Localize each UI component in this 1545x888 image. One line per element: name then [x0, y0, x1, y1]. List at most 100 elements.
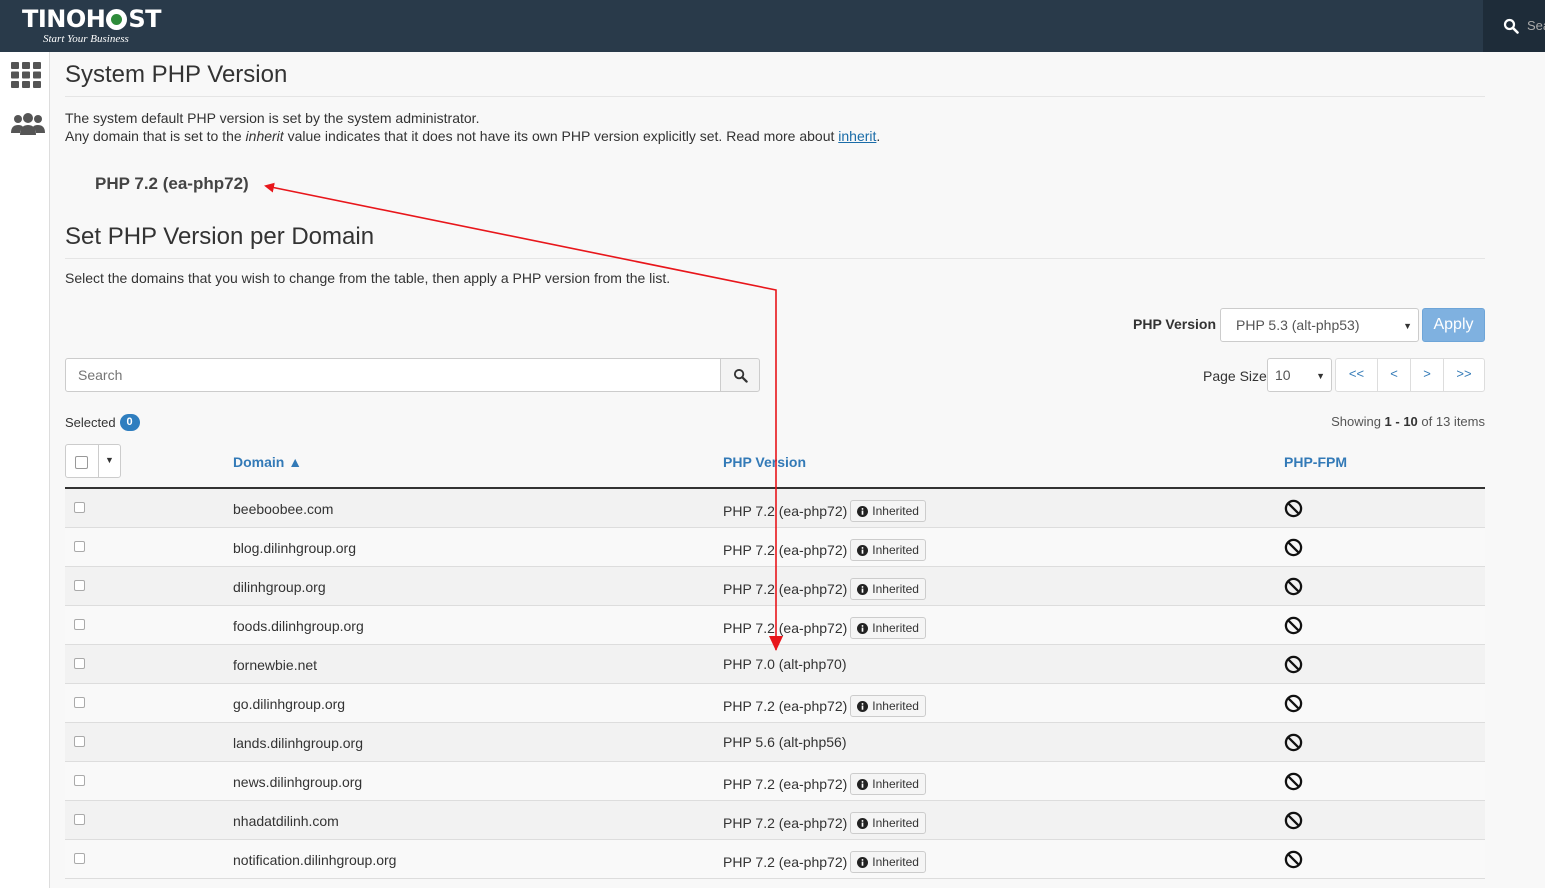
ban-icon [1284, 499, 1303, 518]
php-fpm-cell [1284, 811, 1303, 833]
table-row[interactable]: go.dilinhgroup.org PHP 7.2 (ea-php72) Inhe… [65, 684, 1485, 723]
php-fpm-column-header[interactable]: PHP-FPM [1284, 454, 1347, 470]
inherit-description: Any domain that is set to the inherit va… [65, 127, 880, 145]
inherit-link[interactable]: inherit [838, 128, 876, 144]
php-version-label: PHP Version [1133, 316, 1217, 332]
table-row[interactable]: beeboobee.com PHP 7.2 (ea-php72) Inherited [65, 489, 1485, 528]
php-fpm-cell [1284, 772, 1303, 794]
php-version-cell: PHP 7.0 (alt-php70) [723, 656, 846, 672]
page-size-select[interactable]: 10 ▼ [1267, 358, 1332, 392]
inherited-badge: Inherited [850, 812, 926, 834]
row-checkbox[interactable] [74, 853, 85, 864]
ban-icon [1284, 850, 1303, 869]
php-version-value: PHP 5.6 (alt-php56) [723, 734, 847, 750]
select-all-dropdown[interactable]: ▼ [65, 444, 121, 478]
ban-icon [1284, 616, 1303, 635]
info-icon [857, 856, 869, 868]
showing-range: 1 - 10 [1384, 414, 1418, 429]
ban-icon [1284, 577, 1303, 596]
chevron-down-icon[interactable]: ▼ [105, 455, 114, 465]
inherited-badge: Inherited [850, 539, 926, 561]
page-title: System PHP Version [65, 62, 1485, 97]
php-version-cell: PHP 5.6 (alt-php56) [723, 734, 846, 750]
inherited-badge: Inherited [850, 617, 926, 639]
row-checkbox[interactable] [74, 736, 85, 747]
chevron-down-icon: ▼ [1316, 371, 1325, 381]
inherited-label: Inherited [872, 621, 919, 635]
brand-name-part2: ST [128, 5, 162, 33]
php-version-column-header[interactable]: PHP Version [723, 454, 806, 470]
top-search-input[interactable]: Sea [1527, 18, 1545, 33]
page-size-value: 10 [1275, 367, 1291, 383]
php-version-cell: PHP 7.2 (ea-php72) Inherited [723, 539, 926, 561]
table-row[interactable]: news.dilinhgroup.org PHP 7.2 (ea-php72) In… [65, 762, 1485, 801]
php-version-cell: PHP 7.2 (ea-php72) Inherited [723, 578, 926, 600]
info-icon [857, 700, 869, 712]
table-row[interactable]: foods.dilinhgroup.org PHP 7.2 (ea-php72) I… [65, 606, 1485, 645]
selected-badge: 0 [119, 414, 140, 431]
search-input[interactable] [65, 358, 721, 392]
system-version-description: The system default PHP version is set by… [65, 110, 480, 126]
showing-prefix: Showing [1331, 414, 1385, 429]
row-checkbox[interactable] [74, 697, 85, 708]
row-checkbox[interactable] [74, 619, 85, 630]
table-row[interactable]: dilinhgroup.org PHP 7.2 (ea-php72) Inherit… [65, 567, 1485, 606]
table-row[interactable]: notification.dilinhgroup.org PHP 7.2 (ea-… [65, 840, 1485, 879]
php-version-select[interactable]: PHP 5.3 (alt-php53) ▼ [1220, 308, 1419, 342]
php-version-cell: PHP 7.2 (ea-php72) Inherited [723, 851, 926, 873]
grid-icon[interactable] [11, 62, 41, 88]
apply-button[interactable]: Apply [1422, 308, 1485, 342]
inherited-label: Inherited [872, 543, 919, 557]
info-icon [857, 583, 869, 595]
table-row[interactable]: blog.dilinhgroup.org PHP 7.2 (ea-php72) In… [65, 528, 1485, 567]
showing-items: Showing 1 - 10 of 13 items [1331, 414, 1485, 429]
inherited-badge: Inherited [850, 773, 926, 795]
section-description: Select the domains that you wish to chan… [65, 270, 671, 286]
inherit-desc-text-b: value indicates that it does not have it… [283, 128, 839, 144]
row-checkbox[interactable] [74, 541, 85, 552]
users-icon[interactable] [11, 112, 45, 136]
php-fpm-cell [1284, 850, 1303, 872]
search-button[interactable] [720, 358, 760, 392]
table-row[interactable]: lands.dilinhgroup.org PHP 5.6 (alt-php56) [65, 723, 1485, 762]
php-version-value: PHP 7.2 (ea-php72) [723, 620, 848, 636]
php-version-cell: PHP 7.2 (ea-php72) Inherited [723, 500, 926, 522]
ban-icon [1284, 772, 1303, 791]
prev-page-button[interactable]: < [1377, 358, 1411, 392]
row-checkbox[interactable] [74, 775, 85, 786]
php-version-value: PHP 7.2 (ea-php72) [723, 503, 848, 519]
search-icon [1503, 18, 1519, 34]
search-icon [733, 368, 748, 383]
row-checkbox[interactable] [74, 658, 85, 669]
ban-icon [1284, 538, 1303, 557]
next-page-button[interactable]: > [1410, 358, 1444, 392]
php-version-cell: PHP 7.2 (ea-php72) Inherited [723, 812, 926, 834]
select-all-checkbox[interactable] [75, 456, 88, 469]
top-search-box[interactable]: Sea [1483, 0, 1545, 52]
domain-cell: blog.dilinhgroup.org [233, 540, 356, 556]
brand-logo[interactable]: TINOH ST Start Your Business [22, 5, 162, 45]
table-row[interactable]: fornewbie.net PHP 7.0 (alt-php70) [65, 645, 1485, 684]
row-checkbox[interactable] [74, 580, 85, 591]
table-row[interactable]: nhadatdilinh.com PHP 7.2 (ea-php72) Inheri… [65, 801, 1485, 840]
domain-cell: go.dilinhgroup.org [233, 696, 346, 712]
inherit-desc-text-a: Any domain that is set to the [65, 128, 246, 144]
row-checkbox[interactable] [74, 814, 85, 825]
php-version-cell: PHP 7.2 (ea-php72) Inherited [723, 773, 926, 795]
php-version-value: PHP 7.2 (ea-php72) [723, 581, 848, 597]
info-icon [857, 622, 869, 634]
first-page-button[interactable]: << [1335, 358, 1378, 392]
php-fpm-cell [1284, 733, 1303, 755]
domain-column-header[interactable]: Domain ▲ [233, 454, 302, 470]
php-version-value: PHP 7.2 (ea-php72) [723, 542, 848, 558]
ban-icon [1284, 655, 1303, 674]
domains-table: ▼ Domain ▲ PHP Version PHP-FPM beeboobee… [65, 442, 1485, 879]
table-body: beeboobee.com PHP 7.2 (ea-php72) Inherited… [65, 489, 1485, 879]
php-fpm-cell [1284, 538, 1303, 560]
row-checkbox[interactable] [74, 502, 85, 513]
info-icon [857, 817, 869, 829]
selected-label: Selected [65, 415, 116, 430]
php-version-cell: PHP 7.2 (ea-php72) Inherited [723, 617, 926, 639]
last-page-button[interactable]: >> [1443, 358, 1485, 392]
inherited-badge: Inherited [850, 578, 926, 600]
